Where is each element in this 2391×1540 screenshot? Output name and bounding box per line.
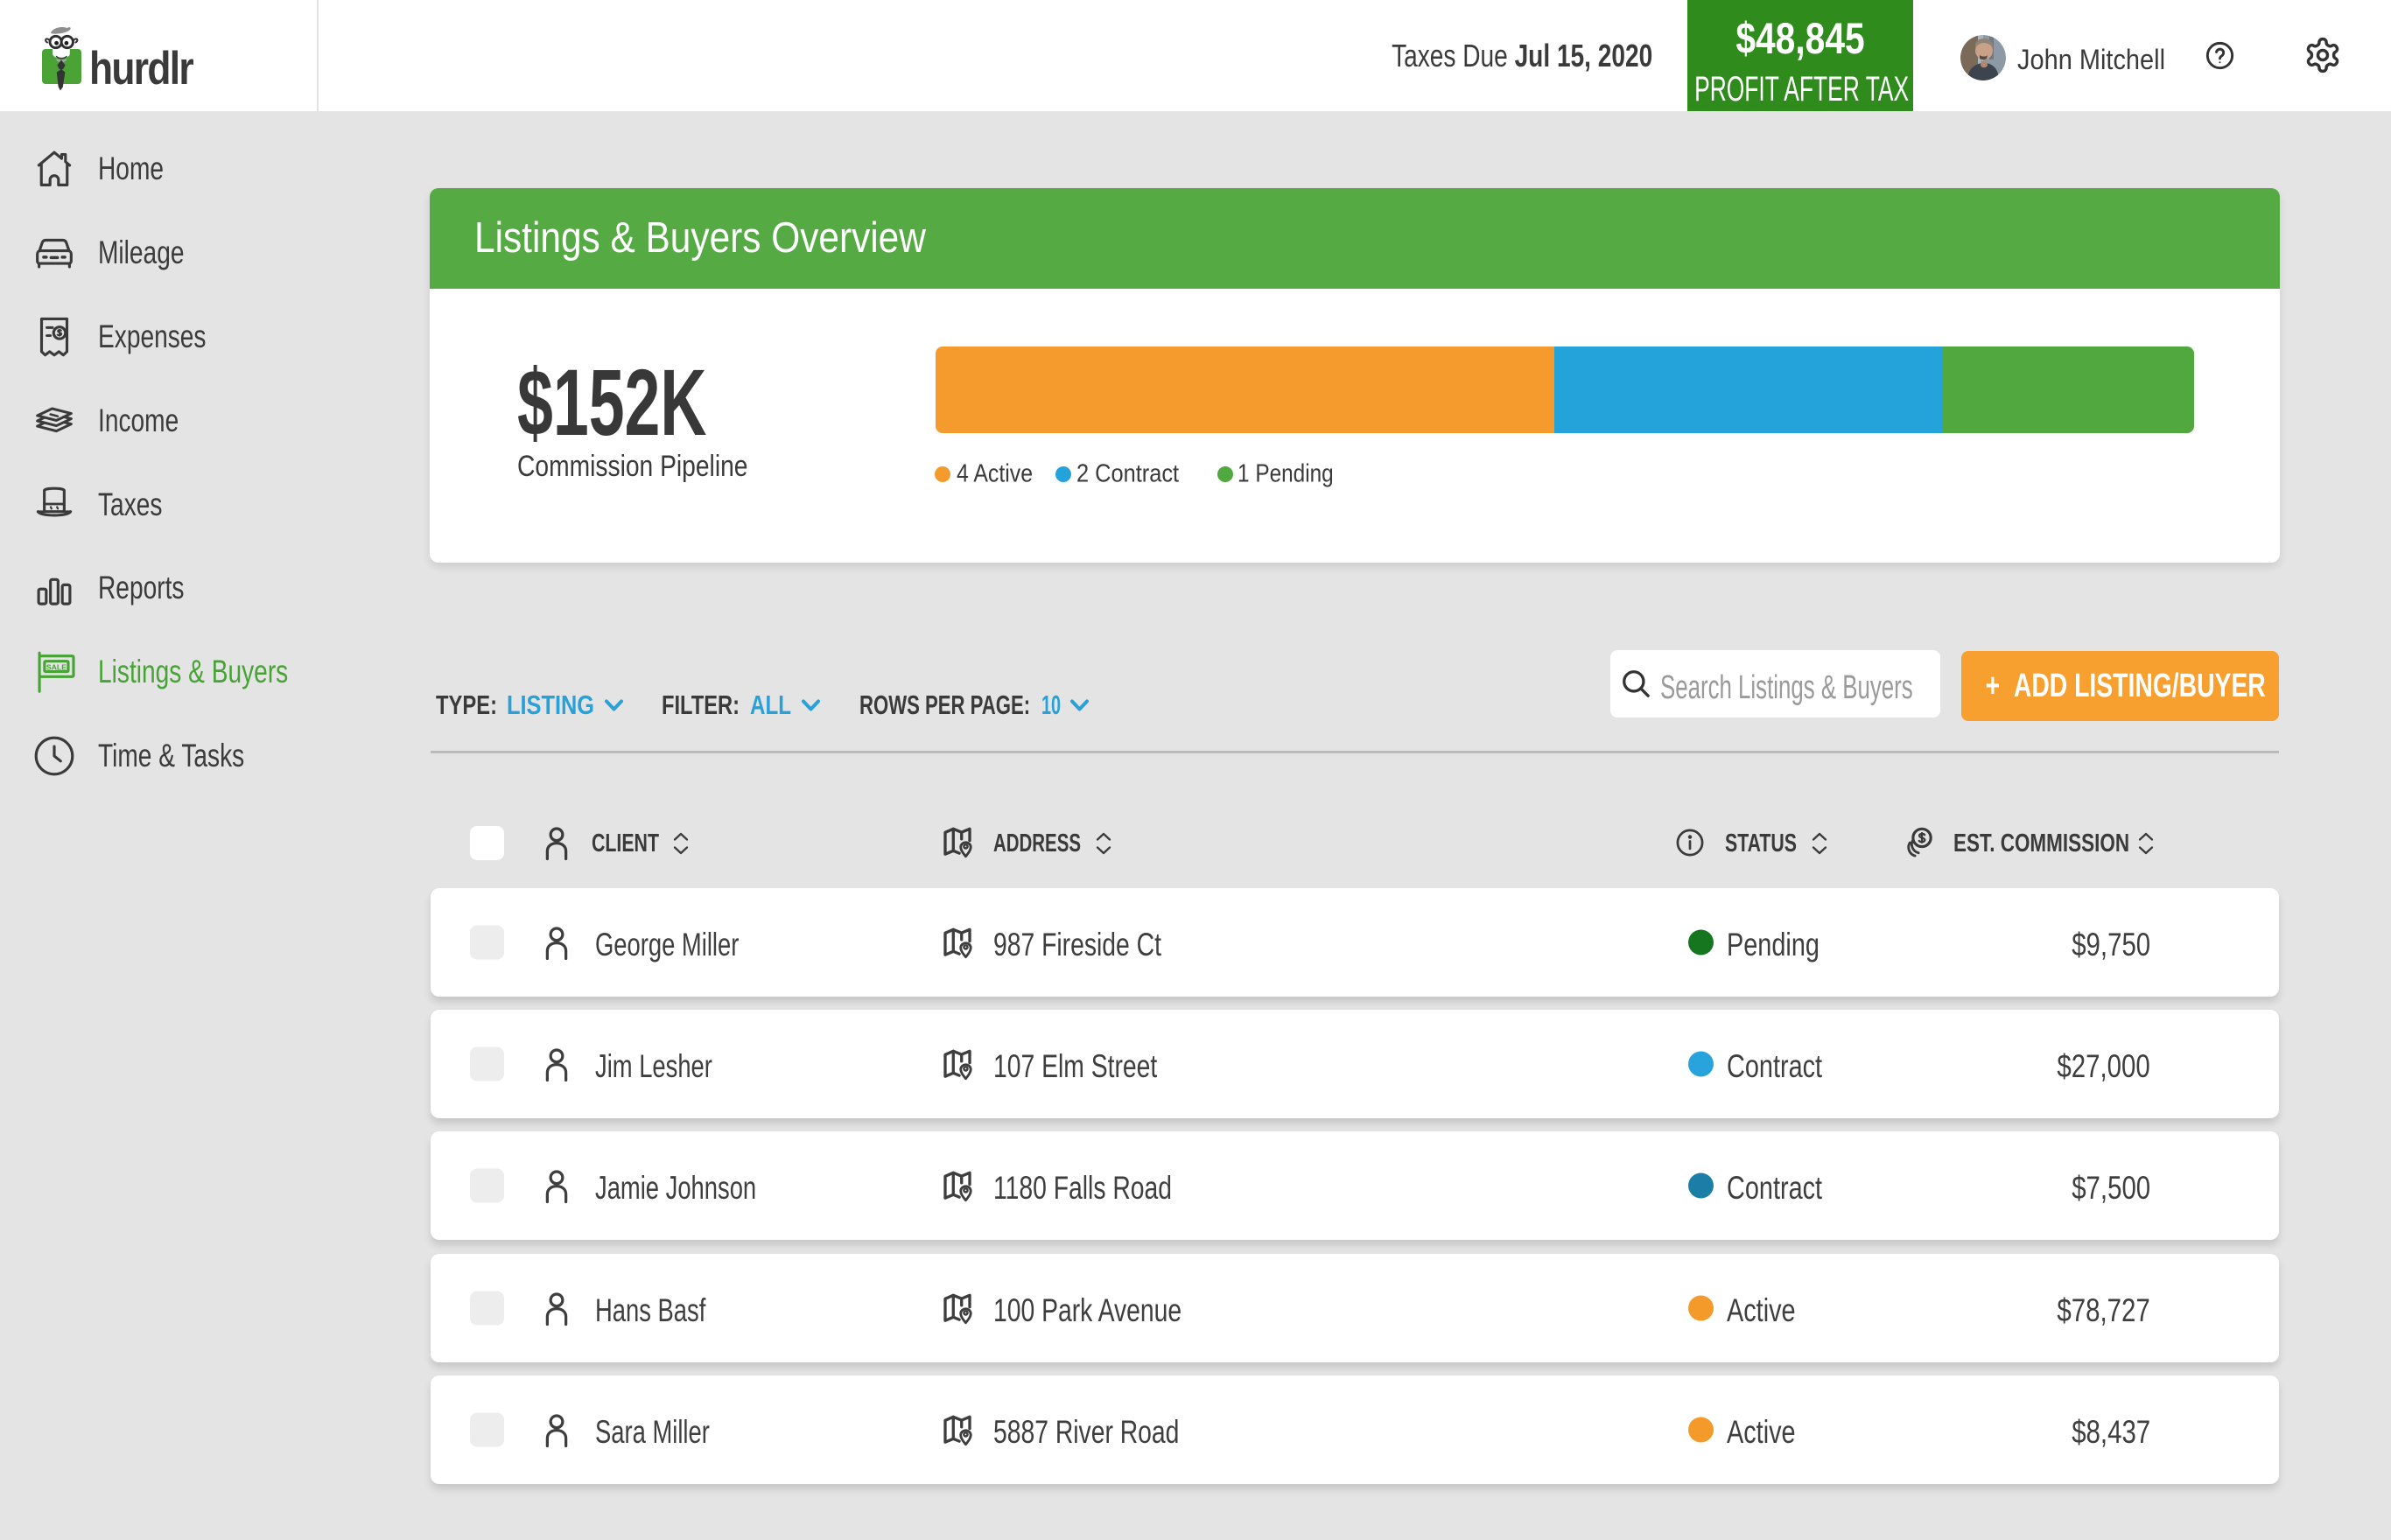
svg-text:hurdlr: hurdlr xyxy=(89,43,193,94)
svg-text:SALE: SALE xyxy=(46,662,67,671)
